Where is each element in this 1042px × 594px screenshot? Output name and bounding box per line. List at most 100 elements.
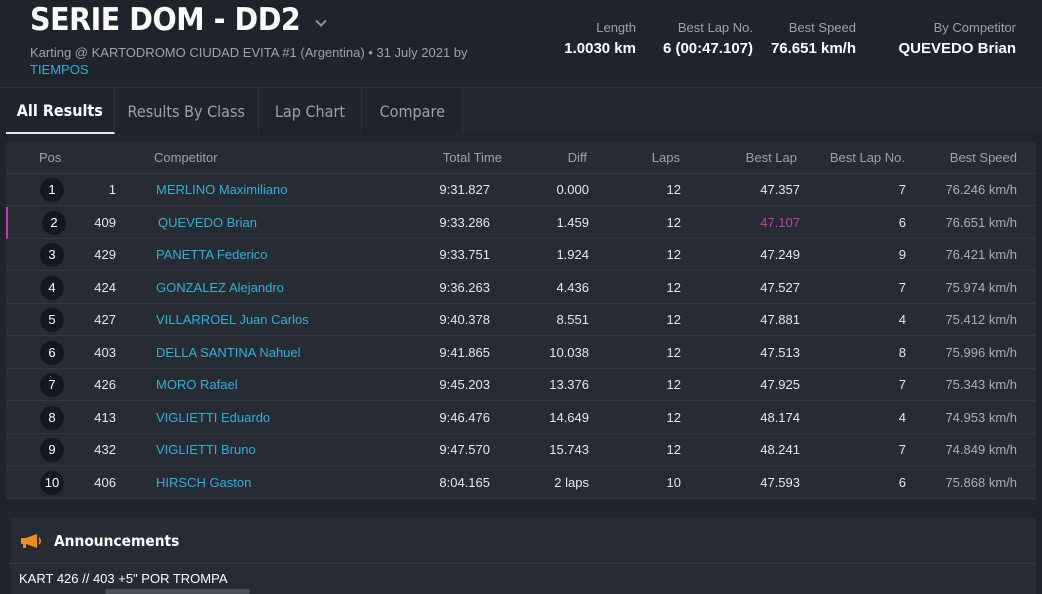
tab-compare[interactable]: Compare	[362, 88, 463, 134]
best-speed: 75.974 km/h	[945, 279, 1017, 295]
best-lap: 47.357	[760, 182, 800, 197]
table-row[interactable]: 4 424 GONZALEZ Alejandro 9:36.263 4.436 12 47.…	[6, 271, 1036, 304]
stat-length-value: 1.0030 km	[564, 40, 636, 57]
stat-by-competitor-label: By Competitor	[933, 20, 1016, 35]
col-pos[interactable]: Pos	[39, 150, 61, 165]
best-lap-number: 7	[898, 279, 906, 295]
tab-lap-chart-label: Lap Chart	[274, 101, 346, 121]
diff: 14.649	[549, 409, 589, 425]
laps: 12	[666, 247, 681, 262]
stat-best-speed: Best Speed 76.651 km/h	[771, 20, 856, 57]
table-row[interactable]: 6 403 DELLA SANTINA Nahuel 9:41.865 10.038 12…	[6, 336, 1036, 369]
competitor-name[interactable]: VIGLIETTI Bruno	[156, 442, 256, 457]
competitor-name[interactable]: MORO Rafael	[156, 377, 238, 392]
kart-number: 429	[94, 247, 116, 262]
table-row[interactable]: 2 409 QUEVEDO Brian 9:33.286 1.459 12 47.107 6 7…	[6, 206, 1036, 239]
table-row[interactable]: 1 1 MERLINO Maximiliano 9:31.827 0.000 12 47.3…	[6, 174, 1036, 206]
announcements-header: Announcements	[10, 518, 1036, 564]
table-row[interactable]: 8 413 VIGLIETTI Eduardo 9:46.476 14.649 12 48.…	[6, 401, 1036, 434]
best-lap: 48.174	[760, 409, 800, 425]
total-time: 8:04.165	[439, 474, 490, 490]
competitor-name[interactable]: HIRSCH Gaston	[156, 475, 251, 490]
col-laps[interactable]: Laps	[652, 150, 680, 165]
best-lap: 48.241	[760, 442, 800, 457]
stat-by-competitor-value: QUEVEDO Brian	[898, 40, 1016, 57]
best-speed: 75.412 km/h	[945, 312, 1017, 327]
competitor-name[interactable]: VIGLIETTI Eduardo	[156, 410, 270, 425]
col-total-time[interactable]: Total Time	[443, 150, 502, 165]
best-lap: 47.107	[760, 214, 800, 230]
best-lap-number: 7	[898, 442, 906, 457]
laps: 12	[666, 279, 681, 295]
table-row[interactable]: 7 426 MORO Rafael 9:45.203 13.376 12 47.925 7 75…	[6, 369, 1036, 401]
col-best-speed[interactable]: Best Speed	[950, 150, 1017, 165]
event-header: SERIE DOM - DD2 Karting @ KARTODROMO CIU…	[0, 0, 1042, 80]
table-row[interactable]: 3 429 PANETTA Federico 9:33.751 1.924 12 47.24…	[6, 239, 1036, 271]
stat-best-lap-no-label: Best Lap No.	[677, 20, 753, 35]
col-best-lap-no[interactable]: Best Lap No.	[830, 150, 905, 165]
tab-results-by-class[interactable]: Results By Class	[115, 88, 259, 134]
diff: 0.000	[556, 182, 589, 197]
best-lap-number: 9	[898, 247, 906, 262]
horizontal-scrollbar[interactable]	[105, 589, 250, 594]
best-lap-number: 6	[898, 214, 906, 230]
diff: 1.459	[556, 214, 589, 230]
diff: 8.551	[556, 312, 589, 327]
laps: 12	[666, 442, 681, 457]
stat-best-speed-label: Best Speed	[788, 20, 856, 35]
best-lap-number: 4	[898, 409, 906, 425]
session-stats: Length 1.0030 km Best Lap No. 6 (00:47.1…	[0, 20, 1042, 70]
best-speed: 76.246 km/h	[945, 182, 1017, 197]
competitor-name[interactable]: DELLA SANTINA Nahuel	[156, 345, 301, 360]
position-badge: 10	[40, 470, 64, 495]
results-tabs: All Results Results By Class Lap Chart C…	[0, 87, 1042, 134]
competitor-name[interactable]: GONZALEZ Alejandro	[156, 280, 284, 295]
laps: 12	[666, 214, 681, 230]
best-speed: 74.953 km/h	[945, 409, 1017, 425]
megaphone-icon	[21, 534, 42, 548]
best-lap: 47.527	[760, 279, 800, 295]
best-speed: 75.868 km/h	[945, 474, 1017, 490]
total-time: 9:40.378	[439, 312, 490, 327]
diff: 1.924	[556, 247, 589, 262]
table-row[interactable]: 9 432 VIGLIETTI Bruno 9:47.570 15.743 12 48.24…	[6, 434, 1036, 466]
announcements-title-text: Announcements	[54, 532, 180, 550]
total-time: 9:47.570	[439, 442, 490, 457]
col-competitor[interactable]: Competitor	[154, 150, 218, 165]
diff: 2 laps	[554, 474, 589, 490]
table-row[interactable]: 5 427 VILLARROEL Juan Carlos 9:40.378 8.551 1…	[6, 304, 1036, 336]
kart-number: 403	[94, 344, 116, 360]
best-speed: 74.849 km/h	[945, 442, 1017, 457]
kart-number: 426	[94, 377, 116, 392]
position-badge: 3	[40, 243, 64, 267]
competitor-name[interactable]: MERLINO Maximiliano	[156, 182, 287, 197]
competitor-name[interactable]: PANETTA Federico	[156, 247, 268, 262]
position-badge: 1	[40, 178, 64, 202]
total-time: 9:41.865	[439, 344, 490, 360]
position-badge: 6	[40, 340, 64, 365]
stat-length: Length 1.0030 km	[564, 20, 636, 57]
tab-compare-label: Compare	[379, 101, 445, 121]
total-time: 9:31.827	[439, 182, 490, 197]
table-header: Pos Competitor Total Time Diff Laps Best…	[6, 142, 1036, 174]
tab-results-by-class-label: Results By Class	[127, 101, 246, 121]
diff: 4.436	[556, 279, 589, 295]
results-table: Pos Competitor Total Time Diff Laps Best…	[6, 142, 1036, 500]
laps: 12	[666, 377, 681, 392]
total-time: 9:36.263	[439, 279, 490, 295]
col-diff[interactable]: Diff	[568, 150, 587, 165]
kart-number: 432	[94, 442, 116, 457]
tab-all-results[interactable]: All Results	[6, 88, 115, 134]
best-speed: 75.343 km/h	[945, 377, 1017, 392]
best-lap-number: 4	[898, 312, 906, 327]
tab-lap-chart[interactable]: Lap Chart	[259, 88, 362, 134]
table-row[interactable]: 10 406 HIRSCH Gaston 8:04.165 2 laps 10 47.593…	[6, 466, 1036, 499]
kart-number: 413	[94, 409, 116, 425]
laps: 12	[666, 409, 681, 425]
total-time: 9:33.286	[439, 214, 490, 230]
col-best-lap[interactable]: Best Lap	[746, 150, 797, 165]
stat-best-lap-no: Best Lap No. 6 (00:47.107)	[663, 20, 753, 57]
best-lap: 47.881	[760, 312, 800, 327]
competitor-name[interactable]: VILLARROEL Juan Carlos	[156, 312, 309, 327]
competitor-name[interactable]: QUEVEDO Brian	[158, 215, 257, 230]
